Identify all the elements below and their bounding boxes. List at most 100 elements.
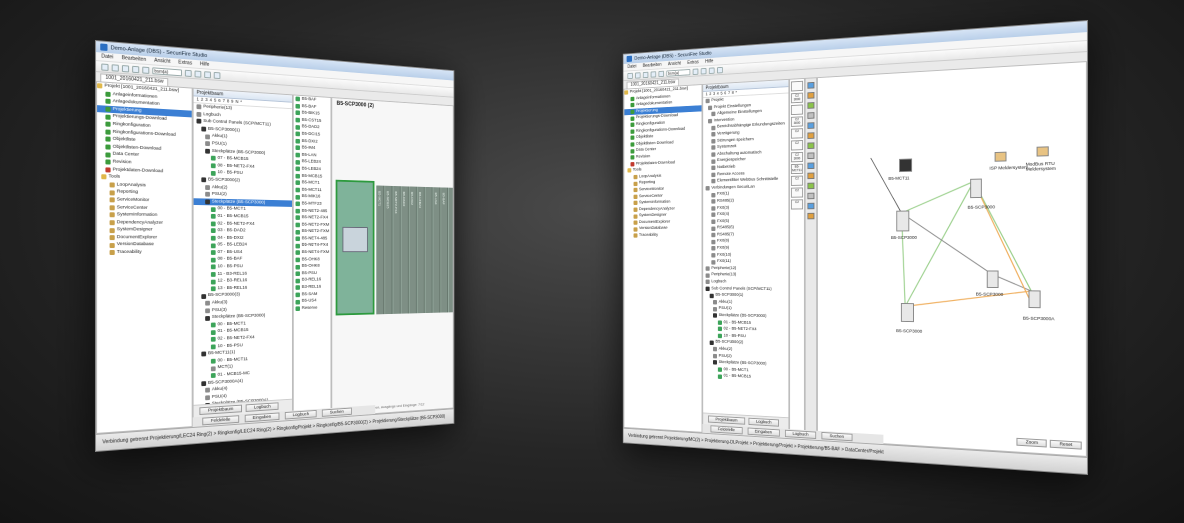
rack-slot[interactable]: B5-MCT1 xyxy=(376,185,384,314)
tool-icon[interactable] xyxy=(807,193,814,200)
node-icon xyxy=(710,340,714,345)
tool-icon[interactable] xyxy=(807,152,814,159)
scp3000a-node[interactable] xyxy=(1028,290,1040,308)
undo-icon[interactable] xyxy=(651,71,656,77)
save-icon[interactable] xyxy=(122,65,129,72)
rack-slot[interactable]: B5-LEB24 xyxy=(417,187,425,314)
bottom-tab-projektbaum[interactable]: Projektbaum xyxy=(708,415,745,424)
palette-item[interactable]: C2 xyxy=(791,140,803,150)
palette-item[interactable]: C2 3000 xyxy=(791,116,803,127)
module-icon xyxy=(296,139,300,144)
rack-slot[interactable]: B5-NET2-FX4 xyxy=(393,186,401,314)
rack-slot[interactable]: B5-MCB15 xyxy=(384,186,392,314)
tool-icon[interactable] xyxy=(807,122,814,129)
node-icon xyxy=(706,186,710,191)
menu-bearbeiten[interactable]: Bearbeiten xyxy=(122,55,147,63)
help-icon[interactable] xyxy=(214,71,221,78)
node-icon xyxy=(711,125,715,130)
open-icon[interactable] xyxy=(635,72,640,78)
tool-item[interactable]: Traceability xyxy=(97,249,192,257)
palette-item[interactable]: B5-NET4-FX4 xyxy=(294,242,331,249)
redo-icon[interactable] xyxy=(658,70,664,76)
mode-select[interactable]: bsm(a) xyxy=(666,69,690,77)
module-icon xyxy=(296,272,300,277)
palette-item[interactable]: C2 3000 xyxy=(791,93,803,104)
modbus-node[interactable] xyxy=(1037,146,1049,156)
tool-icon[interactable] xyxy=(709,67,715,74)
node-icon xyxy=(711,193,715,198)
mct11-node[interactable] xyxy=(899,158,912,172)
menu-ansicht[interactable]: Ansicht xyxy=(154,58,170,65)
tool-icon[interactable] xyxy=(807,173,814,180)
tool-icon[interactable] xyxy=(807,142,814,149)
isp-node[interactable] xyxy=(995,151,1007,161)
menu-extras[interactable]: Extras xyxy=(687,60,698,66)
rack-slot[interactable]: B5-DAD2 xyxy=(401,186,409,313)
undo-icon[interactable] xyxy=(132,65,139,72)
tool-item[interactable]: VersionDatabase xyxy=(97,241,192,249)
menu-bearbeiten[interactable]: Bearbeiten xyxy=(643,62,662,68)
tool-icon[interactable] xyxy=(807,102,814,109)
tool-icon xyxy=(110,198,115,203)
tree-node[interactable]: 07 - B5-US4 xyxy=(194,249,292,256)
palette-item[interactable]: C2 xyxy=(791,128,803,139)
bottom-tab-logbuch[interactable]: Logbuch xyxy=(748,418,779,427)
tool-icon[interactable] xyxy=(807,162,814,169)
mode-select[interactable]: bsm(a) xyxy=(152,67,182,76)
scp3000-node[interactable] xyxy=(987,270,999,288)
palette-item[interactable] xyxy=(791,81,803,92)
new-icon[interactable] xyxy=(101,63,108,71)
menu-datei[interactable]: Datei xyxy=(627,64,636,70)
menu-hilfe[interactable]: Hilfe xyxy=(705,59,713,65)
rack-slot[interactable]: B5-DXI2 xyxy=(409,186,417,313)
menu-hilfe[interactable]: Hilfe xyxy=(200,61,210,67)
tool-icon[interactable] xyxy=(195,70,202,77)
palette-item[interactable]: B5-MCT11 xyxy=(791,164,803,174)
scp3000-node[interactable] xyxy=(970,179,982,199)
rack-slot[interactable] xyxy=(425,187,433,313)
selected-slot-panel[interactable] xyxy=(336,180,375,316)
menu-ansicht[interactable]: Ansicht xyxy=(668,61,681,67)
tool-icon[interactable] xyxy=(807,213,814,219)
scp3000-node[interactable] xyxy=(901,303,914,322)
help-icon[interactable] xyxy=(717,66,723,73)
tree-node-label: 08 - B5-BAF xyxy=(218,256,243,263)
topology-canvas[interactable]: B5-MCT11 ISP Meldersystem ModBus RTU Mel… xyxy=(817,61,1087,457)
app-icon xyxy=(627,56,632,62)
download-icon xyxy=(105,167,110,172)
rack-slot[interactable]: B5-BAF xyxy=(440,187,448,312)
rack-slot[interactable]: B5-US4 xyxy=(433,187,441,313)
module-icon xyxy=(296,299,300,304)
tool-icon[interactable] xyxy=(185,69,192,76)
tool-icon[interactable] xyxy=(693,68,699,75)
redo-icon[interactable] xyxy=(142,66,149,73)
project-tree-pane: Projektbaum 1 2 3 4 5 6 7 8 * Projekt Pro… xyxy=(702,79,789,438)
open-icon[interactable] xyxy=(112,64,119,71)
tool-icon[interactable] xyxy=(807,132,814,139)
tool-icon[interactable] xyxy=(807,183,814,190)
bottom-tab-logbuch[interactable]: Logbuch xyxy=(246,402,279,412)
menu-datei[interactable]: Datei xyxy=(101,53,113,60)
save-icon[interactable] xyxy=(643,71,648,77)
new-icon[interactable] xyxy=(627,72,632,78)
tool-icon[interactable] xyxy=(807,203,814,210)
tool-icon[interactable] xyxy=(807,112,814,119)
palette-item[interactable]: B5-NET4-FXM xyxy=(294,249,331,256)
tool-icon[interactable] xyxy=(701,68,707,75)
tool-icon[interactable] xyxy=(204,71,211,78)
scp3000-node[interactable] xyxy=(896,210,909,231)
tree-node-label: 07 - B5-US4 xyxy=(218,249,243,256)
rack-canvas[interactable]: B5-SCP3000 (2) B5-MCT1 B5-MCB15 B5-NET2-FX… xyxy=(331,97,453,417)
palette-item[interactable]: C2 xyxy=(791,176,803,186)
palette-item[interactable]: C2 xyxy=(791,187,803,197)
palette-item[interactable]: C2 xyxy=(791,199,803,209)
check-icon xyxy=(630,110,634,114)
palette-item[interactable] xyxy=(791,104,803,115)
tool-item[interactable]: Traceability xyxy=(624,232,701,239)
tool-icon[interactable] xyxy=(807,92,814,99)
rack-slot[interactable] xyxy=(448,188,453,313)
palette-item[interactable]: C2 3000 xyxy=(791,152,803,162)
menu-extras[interactable]: Extras xyxy=(178,60,192,67)
palette-item[interactable]: Reserve xyxy=(294,305,331,313)
tool-icon[interactable] xyxy=(807,82,814,89)
